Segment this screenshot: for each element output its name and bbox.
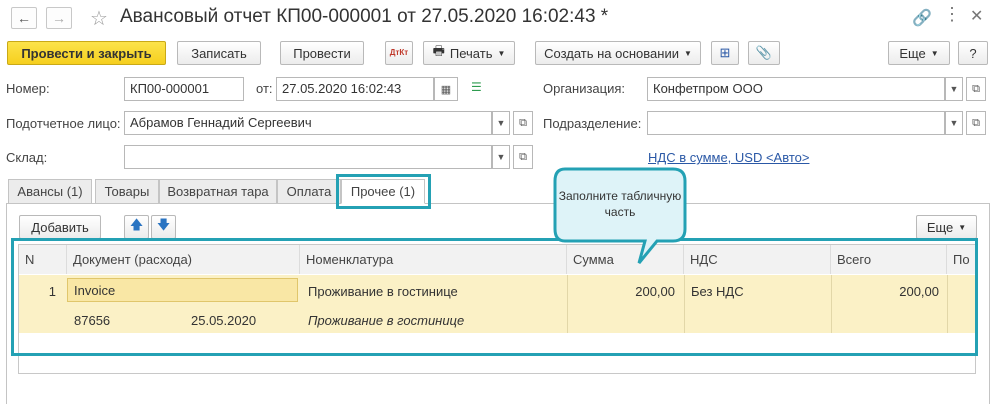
table-more-label: Еще	[926, 219, 954, 235]
organization-label: Организация:	[543, 81, 626, 96]
department-open-button[interactable]: ⧉	[966, 111, 986, 135]
print-button[interactable]: 🖶 Печать ▼	[423, 41, 515, 65]
star-icon[interactable]: ☆	[90, 6, 108, 31]
chevron-down-icon: ▼	[949, 118, 959, 128]
status-icon[interactable]: ☰	[471, 80, 482, 94]
arrow-left-icon: ←	[17, 10, 31, 26]
accountable-person-label: Подотчетное лицо:	[6, 116, 121, 131]
organization-open-button[interactable]: ⧉	[966, 77, 986, 101]
calendar-button[interactable]: ▦	[434, 77, 458, 101]
warehouse-label: Склад:	[6, 150, 48, 165]
dt-kt-icon: ДтКт	[389, 48, 409, 57]
organization-dropdown[interactable]: ▼	[945, 77, 963, 101]
post-button[interactable]: Провести	[280, 41, 364, 65]
accountable-person-dropdown[interactable]: ▼	[492, 111, 510, 135]
chevron-down-icon: ▼	[496, 152, 506, 162]
paperclip-icon: 📎	[755, 45, 773, 60]
chevron-down-icon: ▼	[497, 48, 506, 58]
vat-link[interactable]: НДС в сумме, USD <Авто>	[648, 150, 809, 165]
number-label: Номер:	[6, 81, 50, 96]
calendar-icon: ▦	[440, 83, 452, 96]
chevron-down-icon: ▼	[949, 84, 959, 94]
dt-kt-button[interactable]: ДтКт	[385, 41, 413, 65]
accountable-person-field[interactable]: Абрамов Геннадий Сергеевич	[124, 111, 492, 135]
tab-payment[interactable]: Оплата	[277, 179, 341, 204]
tab-returnable-containers[interactable]: Возвратная тара	[159, 179, 277, 204]
save-button[interactable]: Записать	[177, 41, 261, 65]
open-icon: ⧉	[972, 82, 980, 95]
create-based-on-button[interactable]: Создать на основании ▼	[535, 41, 701, 65]
move-down-button[interactable]: 🡇	[151, 215, 176, 239]
back-button[interactable]: ←	[11, 7, 37, 29]
more-button[interactable]: Еще ▼	[888, 41, 950, 65]
warehouse-dropdown[interactable]: ▼	[492, 145, 510, 169]
printer-icon: 🖶	[432, 43, 445, 58]
arrow-down-icon: 🡇	[156, 217, 171, 232]
tab-advances[interactable]: Авансы (1)	[8, 179, 92, 204]
arrow-right-icon: →	[52, 10, 66, 26]
close-icon[interactable]: ✕	[970, 6, 983, 26]
post-and-close-button[interactable]: Провести и закрыть	[7, 41, 166, 65]
link-icon[interactable]: 🔗	[912, 8, 932, 28]
page-title: Авансовый отчет КП00-000001 от 27.05.202…	[120, 6, 609, 27]
forward-button[interactable]: →	[46, 7, 72, 29]
open-icon: ⧉	[519, 116, 527, 129]
warehouse-field[interactable]	[124, 145, 492, 169]
attach-button[interactable]: 📎	[748, 41, 780, 65]
organization-field[interactable]: Конфетпром ООО	[647, 77, 945, 101]
chevron-down-icon: ▼	[683, 48, 692, 58]
chevron-down-icon: ▼	[496, 118, 506, 128]
add-row-button[interactable]: Добавить	[19, 215, 101, 239]
department-field[interactable]	[647, 111, 945, 135]
chevron-down-icon: ▼	[930, 48, 939, 58]
more-vertical-icon[interactable]: ⋮	[943, 4, 961, 25]
arrow-up-icon: 🡅	[129, 217, 144, 232]
tab-goods[interactable]: Товары	[95, 179, 159, 204]
chevron-down-icon: ▼	[958, 222, 967, 232]
table-more-button[interactable]: Еще ▼	[916, 215, 977, 239]
callout-text: Заполните табличную часть	[558, 189, 682, 219]
department-label: Подразделение:	[543, 116, 642, 131]
date-label: от:	[256, 81, 273, 96]
open-icon: ⧉	[519, 150, 527, 163]
hierarchy-icon: ⊞	[719, 45, 731, 60]
warehouse-open-button[interactable]: ⧉	[513, 145, 533, 169]
number-field[interactable]: КП00-000001	[124, 77, 244, 101]
table-highlight-frame	[11, 238, 978, 356]
date-field[interactable]: 27.05.2020 16:02:43	[276, 77, 434, 101]
more-label: Еще	[899, 45, 926, 61]
department-dropdown[interactable]: ▼	[945, 111, 963, 135]
move-up-button[interactable]: 🡅	[124, 215, 149, 239]
accountable-person-open-button[interactable]: ⧉	[513, 111, 533, 135]
help-button[interactable]: ?	[958, 41, 988, 65]
print-label: Печать	[449, 45, 493, 61]
create-based-label: Создать на основании	[544, 45, 679, 61]
structure-button[interactable]: ⊞	[711, 41, 739, 65]
open-icon: ⧉	[972, 116, 980, 129]
